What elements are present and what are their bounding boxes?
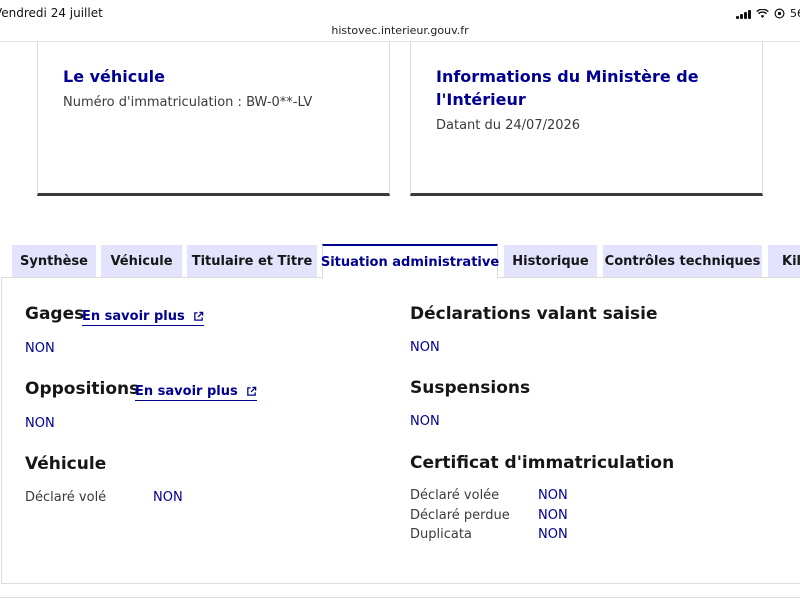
suspensions-title: Suspensions <box>410 378 531 398</box>
oppositions-title: Oppositions <box>25 379 140 399</box>
ministry-date: Datant du 24/07/2026 <box>436 118 581 133</box>
certificat-stolen-label: Déclaré volée <box>410 488 500 503</box>
tab-synthese[interactable]: Synthèse <box>12 245 96 278</box>
vehicule-section-title: Véhicule <box>25 454 107 474</box>
tab-situation-administrative[interactable]: Situation administrative <box>321 244 499 279</box>
ministry-card-title: Informations du Ministère de l'Intérieur <box>436 67 699 109</box>
oppositions-value: NON <box>25 416 55 431</box>
certificat-title: Certificat d'immatriculation <box>410 453 675 473</box>
tab-controles-techniques[interactable]: Contrôles techniques <box>603 245 762 278</box>
orientation-lock-icon <box>774 8 785 19</box>
tab-titulaire-titre[interactable]: Titulaire et Titre <box>187 245 317 278</box>
oppositions-more-link-label: En savoir plus <box>135 384 238 399</box>
duplicata-label: Duplicata <box>410 527 472 542</box>
suspensions-value: NON <box>410 414 440 429</box>
url-bar[interactable]: histovec.interieur.gouv.fr <box>0 24 800 37</box>
declarations-value: NON <box>410 340 440 355</box>
duplicata-value: NON <box>538 527 568 542</box>
vehicle-card: Le véhicule Numéro d'immatriculation : B… <box>37 42 390 196</box>
declared-stolen-label: Déclaré volé <box>25 490 107 505</box>
ministry-card: Informations du Ministère de l'Intérieur… <box>410 42 763 196</box>
gages-value: NON <box>25 341 55 356</box>
gages-more-link[interactable]: En savoir plus <box>82 309 204 326</box>
status-icons: 56 <box>736 7 800 20</box>
declared-stolen-value: NON <box>153 490 183 505</box>
bottom-divider <box>0 597 800 598</box>
plate-number: Numéro d'immatriculation : BW-0**-LV <box>63 95 313 110</box>
certificat-lost-label: Déclaré perdue <box>410 508 510 523</box>
gages-more-link-label: En savoir plus <box>82 309 185 324</box>
vehicle-card-title: Le véhicule <box>63 67 165 86</box>
external-link-icon <box>193 311 204 321</box>
status-time: Vendredi 24 juillet <box>0 6 103 20</box>
tab-historique[interactable]: Historique <box>504 245 597 278</box>
declarations-title: Déclarations valant saisie <box>410 304 658 324</box>
signal-icon <box>736 9 751 19</box>
wifi-icon <box>756 8 769 18</box>
tab-kilometrage[interactable]: Kilo <box>768 245 800 278</box>
status-bar: Vendredi 24 juillet 56 <box>0 0 800 24</box>
external-link-icon <box>246 386 257 396</box>
gages-title: Gages <box>25 304 85 324</box>
oppositions-more-link[interactable]: En savoir plus <box>135 384 257 401</box>
certificat-stolen-value: NON <box>538 488 568 503</box>
tab-bar: Synthèse Véhicule Titulaire et Titre Sit… <box>0 244 800 279</box>
certificat-lost-value: NON <box>538 508 568 523</box>
battery-percentage: 56 <box>790 7 800 20</box>
tab-vehicule[interactable]: Véhicule <box>101 245 182 278</box>
